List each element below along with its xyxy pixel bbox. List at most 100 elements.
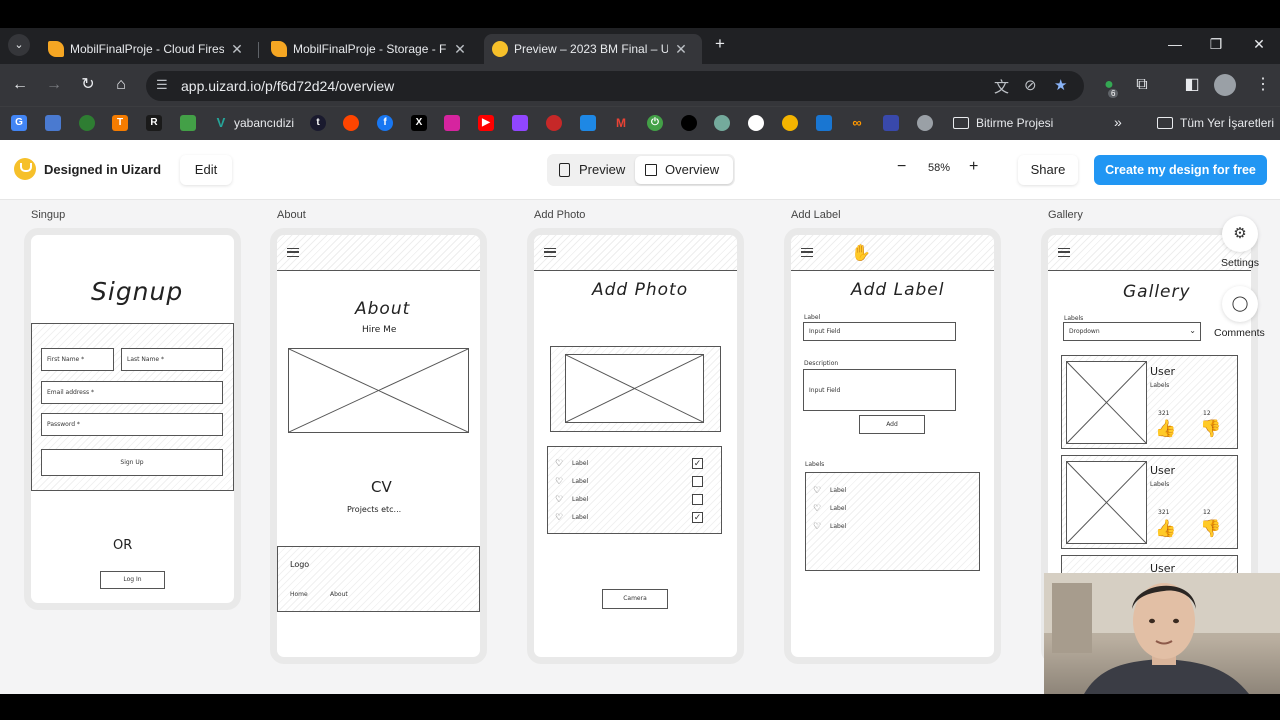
screen-signup[interactable]: Signup First Name * Last Name * Email ad… xyxy=(24,228,241,610)
email-field[interactable]: Email address * xyxy=(41,381,223,404)
twitch-icon[interactable] xyxy=(512,115,528,131)
home-icon[interactable]: ⌂ xyxy=(110,74,132,96)
tab-firestore[interactable]: MobilFinalProje - Cloud Firesto ✕ xyxy=(40,34,252,64)
profile-avatar[interactable] xyxy=(1214,74,1236,96)
infinity-icon[interactable]: ∞ xyxy=(849,115,865,131)
settings-button[interactable]: ⚙ xyxy=(1222,216,1258,252)
translate-icon[interactable]: 文 xyxy=(994,76,1009,97)
outlook-icon[interactable] xyxy=(580,115,596,131)
bookmark-icon[interactable] xyxy=(79,115,95,131)
label-input[interactable]: Input Field xyxy=(803,322,956,341)
close-window-icon[interactable]: ✕ xyxy=(1244,36,1274,53)
eye-off-icon[interactable]: ⊘ xyxy=(1024,76,1037,94)
bookmark-icon[interactable]: R xyxy=(146,115,162,131)
maximize-icon[interactable]: ❐ xyxy=(1201,36,1231,53)
screen-add-label[interactable]: ✋ Add Label Label Input Field Descriptio… xyxy=(784,228,1001,664)
globe-icon[interactable] xyxy=(917,115,933,131)
close-icon[interactable]: ✕ xyxy=(230,41,244,58)
screen-add-photo[interactable]: Add Photo ♡ Label ✓ ♡ Label ♡ Label ♡ La… xyxy=(527,228,744,664)
bookmark-icon[interactable] xyxy=(546,115,562,131)
site-info-icon[interactable]: ☰ xyxy=(156,77,168,93)
github-icon[interactable] xyxy=(748,115,764,131)
heart-icon: ♡ xyxy=(555,458,564,468)
bookmark-yabancidizi[interactable]: yabancıdizi xyxy=(234,116,294,130)
close-icon[interactable]: ✕ xyxy=(674,41,688,58)
back-icon[interactable]: ← xyxy=(9,74,31,96)
overview-label: Overview xyxy=(665,162,720,177)
checkbox[interactable]: ✓ xyxy=(692,458,703,469)
label-dropdown[interactable]: Dropdown ⌄ xyxy=(1063,322,1201,341)
bookmarks-overflow-button[interactable]: » xyxy=(1114,114,1122,130)
thumbs-up-icon[interactable]: 👍 xyxy=(1155,519,1176,539)
forward-icon[interactable]: → xyxy=(43,74,65,96)
close-icon[interactable]: ✕ xyxy=(453,41,467,58)
checkbox[interactable] xyxy=(692,494,703,505)
address-bar[interactable]: ☰ app.uizard.io/p/f6d72d24/overview 文 ⊘ … xyxy=(146,71,1084,101)
thumbs-down-icon[interactable]: 👎 xyxy=(1200,419,1221,439)
thumbs-down-icon[interactable]: 👎 xyxy=(1200,519,1221,539)
footer-about-link[interactable]: About xyxy=(330,591,348,598)
screen-about[interactable]: About Hire Me CV Projects etc... Logo Ho… xyxy=(270,228,487,664)
menu-icon[interactable]: ⋮ xyxy=(1252,74,1274,96)
bookmark-icon[interactable] xyxy=(45,115,61,131)
preview-label: Preview xyxy=(579,162,626,177)
url-text[interactable]: app.uizard.io/p/f6d72d24/overview xyxy=(181,78,394,94)
create-design-button[interactable]: Create my design for free xyxy=(1094,155,1267,185)
description-input[interactable]: Input Field xyxy=(803,369,956,411)
facebook-icon[interactable]: f xyxy=(377,115,393,131)
reload-icon[interactable]: ↻ xyxy=(77,74,99,96)
image-placeholder[interactable] xyxy=(565,354,704,423)
all-bookmarks[interactable]: Tüm Yer İşaretleri xyxy=(1180,116,1274,130)
overview-button[interactable]: Overview xyxy=(635,156,733,184)
bookmarks-bar: G T R V yabancıdizi t f X ▶ M ⏻ ∞ Bitirm… xyxy=(0,106,1280,140)
power-icon[interactable]: ⏻ xyxy=(647,115,663,131)
bookmark-icon[interactable] xyxy=(816,115,832,131)
first-name-field[interactable]: First Name * xyxy=(41,348,114,371)
bookmark-icon[interactable]: T xyxy=(112,115,128,131)
webcam-overlay xyxy=(1044,573,1280,694)
share-button[interactable]: Share xyxy=(1018,155,1078,185)
bookmark-folder-bitirme[interactable]: Bitirme Projesi xyxy=(976,116,1053,130)
preview-button[interactable]: Preview xyxy=(549,156,635,184)
footer-home-link[interactable]: Home xyxy=(290,591,308,598)
youtube-icon[interactable]: ▶ xyxy=(478,115,494,131)
zoom-in-button[interactable]: + xyxy=(969,158,978,176)
chatgpt-icon[interactable] xyxy=(714,115,730,131)
tab-search-icon[interactable]: ⌄ xyxy=(8,34,30,56)
login-button[interactable]: Log In xyxy=(100,571,165,589)
card-labels: Labels xyxy=(1150,481,1170,488)
comments-button[interactable]: ◯ xyxy=(1222,286,1258,322)
extensions-puzzle-icon[interactable]: ⧉ xyxy=(1131,74,1153,96)
add-button[interactable]: Add xyxy=(859,415,925,434)
firebase-icon xyxy=(271,41,287,57)
signup-button[interactable]: Sign Up xyxy=(41,449,223,476)
heart-icon: ♡ xyxy=(813,521,822,531)
bookmark-icon[interactable] xyxy=(782,115,798,131)
new-tab-button[interactable]: + xyxy=(705,34,735,54)
thumbs-up-icon[interactable]: 👍 xyxy=(1155,419,1176,439)
tab-preview[interactable]: Preview – 2023 BM Final – Uiza ✕ xyxy=(484,34,702,64)
edit-button[interactable]: Edit xyxy=(180,155,232,185)
camera-button[interactable]: Camera xyxy=(602,589,668,609)
translate-bookmark-icon[interactable]: G xyxy=(11,115,27,131)
bookmark-icon[interactable] xyxy=(883,115,899,131)
side-panel-icon[interactable]: ◧ xyxy=(1181,74,1203,96)
bookmark-icon[interactable]: V xyxy=(213,115,229,131)
tumblr-icon[interactable]: t xyxy=(310,115,326,131)
checkbox[interactable]: ✓ xyxy=(692,512,703,523)
password-field[interactable]: Password * xyxy=(41,413,223,436)
minimize-icon[interactable]: — xyxy=(1160,36,1190,52)
instagram-icon[interactable] xyxy=(444,115,460,131)
bookmark-star-icon[interactable]: ★ xyxy=(1054,76,1067,94)
zoom-out-button[interactable]: − xyxy=(897,158,906,176)
gmail-icon[interactable]: M xyxy=(613,115,629,131)
checkbox[interactable] xyxy=(692,476,703,487)
last-name-placeholder: Last Name * xyxy=(127,356,165,363)
medium-icon[interactable] xyxy=(681,115,697,131)
x-icon[interactable]: X xyxy=(411,115,427,131)
reddit-icon[interactable] xyxy=(343,115,359,131)
tab-storage[interactable]: MobilFinalProje - Storage - Fir ✕ xyxy=(263,34,475,64)
footer-logo: Logo xyxy=(290,560,310,569)
bookmark-icon[interactable] xyxy=(180,115,196,131)
last-name-field[interactable]: Last Name * xyxy=(121,348,223,371)
